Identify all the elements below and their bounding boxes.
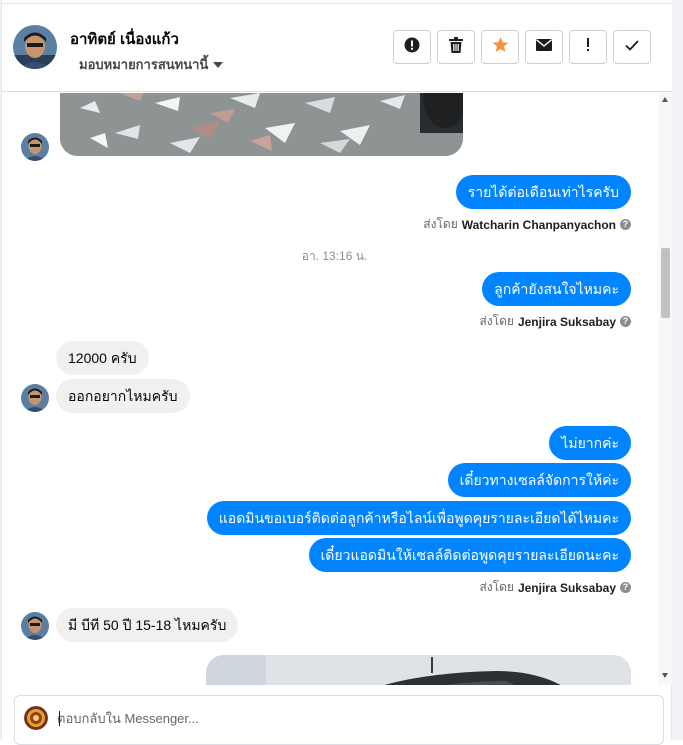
follow-up-button[interactable] bbox=[569, 30, 607, 64]
sent-by-label: ส่งโดย Jenjira Suksabay ? bbox=[479, 312, 631, 331]
help-icon[interactable]: ? bbox=[620, 582, 631, 593]
message-bubble[interactable]: 12000 ครับ bbox=[56, 341, 149, 375]
sent-by-label: ส่งโดย Jenjira Suksabay ? bbox=[479, 578, 631, 597]
message-bubble[interactable]: ไม่ยากค่ะ bbox=[549, 426, 631, 460]
exclamation-icon bbox=[586, 37, 590, 57]
message-bubble[interactable]: รายได้ต่อเดือนเท่าไรครับ bbox=[455, 175, 631, 209]
avatar[interactable] bbox=[13, 25, 57, 69]
conversation-panel: อาทิตย์ เนื่องแก้ว มอบหมายการสนทนานี้ รา… bbox=[1, 0, 672, 745]
avatar[interactable] bbox=[21, 133, 49, 161]
scrollbar[interactable] bbox=[659, 93, 672, 685]
message-bubble[interactable]: แอดมินขอเบอร์ติดต่อลูกค้าหรือไลน์เพื่อพู… bbox=[206, 501, 631, 535]
message-bubble[interactable]: มี บีที 50 ปี 15-18 ไหมครับ bbox=[56, 608, 239, 642]
scrollbar-thumb[interactable] bbox=[661, 248, 670, 318]
contact-name: อาทิตย์ เนื่องแก้ว bbox=[70, 31, 179, 48]
assign-conversation-dropdown[interactable]: มอบหมายการสนทนานี้ bbox=[79, 54, 224, 75]
shared-photo[interactable] bbox=[60, 93, 463, 156]
sent-by-label: ส่งโดย Watcharin Chanpanyachon ? bbox=[423, 215, 631, 234]
message-bubble[interactable]: เดี๋ยวแอดมินให้เซลล์ติดต่อพูดคุยรายละเอี… bbox=[308, 538, 631, 572]
divider bbox=[2, 3, 672, 4]
assign-label: มอบหมายการสนทนานี้ bbox=[79, 57, 209, 72]
scroll-down-arrow-icon[interactable] bbox=[662, 673, 668, 678]
message-bubble[interactable]: ออกอยากไหมครับ bbox=[56, 379, 190, 413]
sent-by-prefix: ส่งโดย bbox=[479, 580, 514, 594]
header-actions bbox=[393, 30, 651, 64]
envelope-icon bbox=[536, 38, 552, 56]
mark-spam-button[interactable] bbox=[393, 30, 431, 64]
sender-name: Jenjira Suksabay bbox=[517, 314, 616, 329]
delete-button[interactable] bbox=[437, 30, 475, 64]
avatar[interactable] bbox=[21, 384, 49, 412]
spam-icon bbox=[404, 37, 420, 58]
sender-name: Watcharin Chanpanyachon bbox=[461, 217, 616, 232]
reply-input[interactable] bbox=[57, 705, 617, 731]
sent-by-prefix: ส่งโดย bbox=[479, 314, 514, 328]
checkmark-icon bbox=[625, 38, 639, 56]
conversation-header: อาทิตย์ เนื่องแก้ว มอบหมายการสนทนานี้ bbox=[2, 0, 672, 92]
text-cursor bbox=[59, 711, 60, 726]
message-bubble[interactable]: ลูกค้ายังสนใจไหมคะ bbox=[482, 272, 631, 306]
outer-background bbox=[672, 0, 683, 740]
star-button[interactable] bbox=[481, 30, 519, 64]
scroll-up-arrow-icon[interactable] bbox=[662, 97, 668, 102]
trash-icon bbox=[449, 36, 463, 58]
reply-composer bbox=[14, 695, 664, 745]
help-icon[interactable]: ? bbox=[620, 316, 631, 327]
shared-photo[interactable] bbox=[206, 655, 631, 685]
sent-by-prefix: ส่งโดย bbox=[423, 217, 458, 231]
message-list[interactable]: รายได้ต่อเดือนเท่าไรครับ ส่งโดย Watchari… bbox=[2, 93, 659, 685]
help-icon[interactable]: ? bbox=[620, 219, 631, 230]
messenger-window: อาทิตย์ เนื่องแก้ว มอบหมายการสนทนานี้ รา… bbox=[0, 0, 683, 745]
star-icon bbox=[492, 36, 509, 58]
message-bubble[interactable]: เดี๋ยวทางเซลล์จัดการให้ค่ะ bbox=[447, 463, 631, 497]
page-avatar bbox=[24, 706, 48, 730]
sender-name: Jenjira Suksabay bbox=[517, 580, 616, 595]
timestamp: อา. 13:16 น. bbox=[301, 249, 368, 263]
avatar[interactable] bbox=[21, 612, 49, 640]
caret-down-icon bbox=[213, 61, 224, 68]
mark-unread-button[interactable] bbox=[525, 30, 563, 64]
mark-done-button[interactable] bbox=[613, 30, 651, 64]
